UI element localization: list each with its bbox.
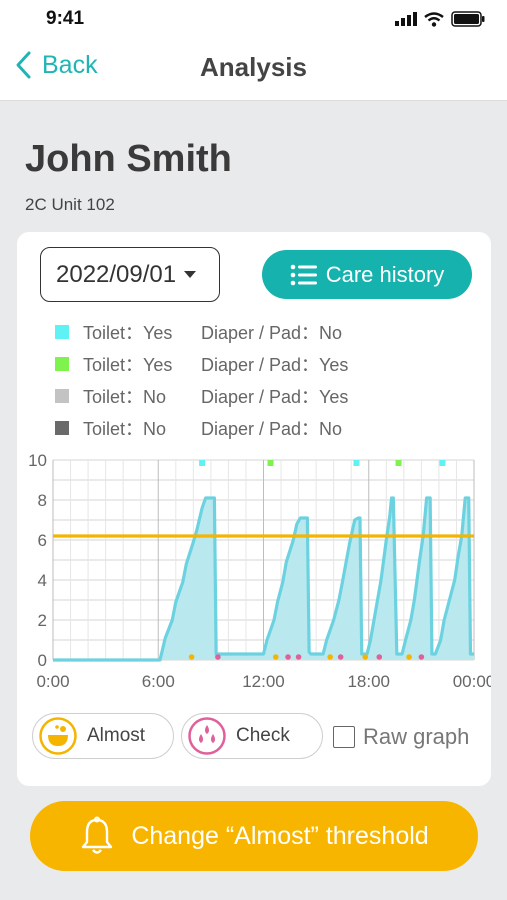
event-marker-top (353, 460, 360, 466)
event-marker-bottom (362, 654, 369, 660)
legend-toilet: Toilet：No (83, 419, 167, 439)
battery-icon (451, 11, 485, 27)
wifi-icon (424, 11, 444, 27)
event-marker-top (439, 460, 446, 466)
check-label: Check (236, 725, 290, 746)
y-tick-label: 4 (38, 571, 47, 590)
event-marker-top (395, 460, 402, 466)
patient-name: John Smith (25, 138, 232, 180)
legend-swatch (55, 421, 69, 435)
list-icon (290, 264, 317, 285)
legend-item: Toilet：No Diaper / Pad：No (55, 412, 348, 444)
event-marker-bottom (406, 654, 412, 660)
legend-diaper: Diaper / Pad：Yes (201, 355, 349, 375)
legend-toilet: Toilet：No (83, 387, 167, 407)
legend-toilet: Toilet：Yes (83, 355, 173, 375)
droplets-icon (188, 717, 226, 755)
raw-graph-checkbox[interactable]: Raw graph (333, 724, 469, 750)
legend-swatch (55, 389, 69, 403)
page-title: Analysis (200, 52, 307, 82)
legend-toilet: Toilet：Yes (83, 323, 173, 343)
check-toggle[interactable]: Check (181, 713, 323, 759)
navigation-bar: Back Analysis (0, 40, 507, 101)
change-threshold-button[interactable]: Change “Almost” threshold (30, 801, 478, 871)
event-marker-bottom (295, 654, 302, 660)
legend-diaper: Diaper / Pad：No (201, 323, 343, 343)
event-marker-bottom (272, 654, 279, 660)
y-tick-label: 6 (38, 531, 47, 550)
y-tick-label: 8 (38, 491, 47, 510)
almost-toggle[interactable]: Almost (32, 713, 174, 759)
date-value: 2022/09/01 (56, 260, 177, 288)
status-bar: 9:41 (0, 0, 507, 40)
y-tick-label: 10 (28, 451, 47, 470)
status-time: 9:41 (46, 8, 85, 29)
analysis-card: 2022/09/01 Care history Toilet：Yes Diape… (17, 232, 491, 786)
checkbox-icon[interactable] (333, 726, 355, 748)
y-tick-label: 2 (38, 611, 47, 630)
raw-graph-label: Raw graph (363, 724, 470, 749)
care-history-label: Care history (325, 261, 445, 287)
legend-diaper: Diaper / Pad：No (201, 419, 343, 439)
event-marker-bottom (376, 654, 383, 660)
x-tick-label: 00:00 (453, 672, 491, 691)
date-select[interactable]: 2022/09/01 (40, 247, 220, 302)
legend: Toilet：Yes Diaper / Pad：No Toilet：Yes Di… (55, 316, 348, 444)
y-tick-label: 0 (38, 651, 47, 670)
legend-swatch (55, 325, 69, 339)
x-tick-label: 6:00 (142, 672, 175, 691)
event-marker-bottom (337, 654, 344, 660)
event-marker-bottom (418, 654, 425, 660)
almost-icon (39, 717, 77, 755)
x-tick-label: 18:00 (347, 672, 390, 691)
urine-level-chart: 0 2 4 6 8 10 0:00 6:00 12:00 18:00 00:00 (28, 451, 491, 691)
event-marker-bottom (327, 654, 333, 660)
x-tick-label: 12:00 (242, 672, 285, 691)
legend-item: Toilet：Yes Diaper / Pad：Yes (55, 348, 348, 380)
legend-diaper: Diaper / Pad：Yes (201, 387, 349, 407)
event-marker-bottom (188, 654, 195, 660)
caret-down-icon (184, 271, 197, 278)
event-marker-bottom (285, 654, 291, 660)
legend-item: Toilet：Yes Diaper / Pad：No (55, 316, 348, 348)
event-marker-top (199, 460, 206, 466)
x-tick-label: 0:00 (36, 672, 69, 691)
status-icons (395, 10, 485, 28)
signal-icon (395, 12, 417, 26)
bell-icon (82, 816, 113, 854)
patient-unit: 2C Unit 102 (25, 195, 115, 214)
event-marker-bottom (215, 654, 221, 660)
almost-label: Almost (87, 725, 146, 746)
care-history-button[interactable]: Care history (262, 250, 472, 299)
legend-swatch (55, 357, 69, 371)
change-threshold-label: Change “Almost” threshold (131, 821, 429, 850)
legend-item: Toilet：No Diaper / Pad：Yes (55, 380, 348, 412)
event-marker-top (267, 460, 274, 466)
